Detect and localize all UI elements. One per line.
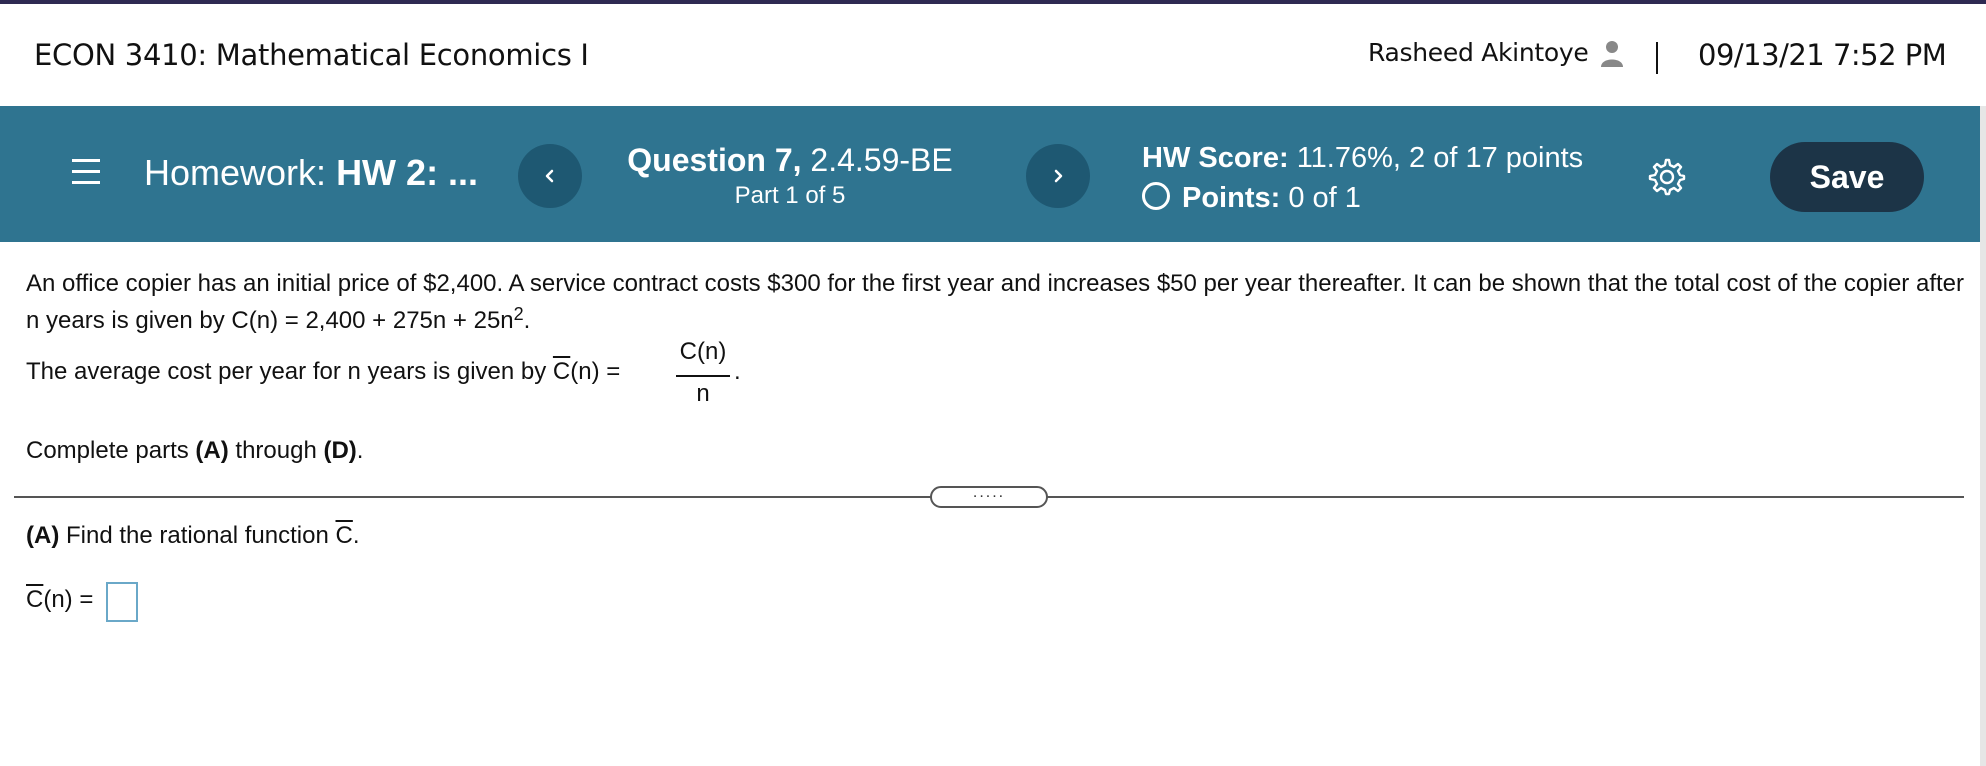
- part-a-end: .: [352, 522, 360, 549]
- part-a-c-bar: C: [335, 522, 353, 549]
- question-title: Question 7, 2.4.59-BE: [560, 142, 1020, 179]
- hw-score-value: 11.76%, 2 of 17 points: [1296, 142, 1584, 174]
- average-cost-lhs: (n) =: [570, 358, 621, 385]
- hw-score: HW Score: 11.76%, 2 of 17 points: [1142, 142, 1583, 175]
- chevron-left-icon: [545, 169, 554, 183]
- answer-input[interactable]: [106, 582, 138, 622]
- c-bar-symbol: C: [552, 358, 571, 385]
- part-a-prompt: (A) Find the rational function C.: [26, 522, 360, 550]
- homework-name: HW 2: ...: [336, 152, 479, 193]
- course-title: ECON 3410: Mathematical Economics I: [34, 38, 589, 72]
- instructions-part-a: (A): [195, 437, 229, 464]
- instructions-part-d: (D): [323, 437, 357, 464]
- points-status-icon: [1142, 182, 1170, 211]
- save-button[interactable]: Save: [1770, 142, 1924, 212]
- top-bar: ECON 3410: Mathematical Economics I Rash…: [0, 4, 1986, 106]
- instructions: Complete parts (A) through (D).: [26, 437, 363, 465]
- average-cost-text: The average cost per year for n years is…: [26, 358, 553, 385]
- chevron-right-icon: [1054, 169, 1063, 183]
- part-a-label: (A): [26, 522, 60, 549]
- average-cost-formula: The average cost per year for n years is…: [26, 338, 1026, 408]
- problem-text-main: An office copier has an initial price of…: [26, 270, 1964, 334]
- problem-text: An office copier has an initial price of…: [26, 265, 1966, 339]
- homework-prefix: Homework:: [144, 152, 327, 193]
- menu-icon[interactable]: [72, 159, 100, 185]
- header-separator: [1656, 42, 1658, 74]
- answer-label: C(n) =: [26, 586, 93, 614]
- instructions-mid: through: [228, 437, 324, 464]
- hw-score-label: HW Score:: [1142, 142, 1289, 174]
- fraction-bar: [676, 375, 730, 377]
- question-code: 2.4.59-BE: [810, 142, 953, 178]
- instructions-pre: Complete parts: [26, 437, 196, 464]
- scrollbar-track[interactable]: [1980, 106, 1986, 766]
- user-name[interactable]: Rasheed Akintoye: [1368, 38, 1589, 67]
- problem-exponent: 2: [513, 304, 524, 324]
- answer-prefix: (n) =: [43, 586, 94, 613]
- resize-handle[interactable]: .....: [930, 485, 1048, 508]
- points-label: Points:: [1182, 182, 1281, 214]
- fraction-period: .: [734, 358, 741, 385]
- datetime: 09/13/21 7:52 PM: [1698, 38, 1947, 72]
- part-label: Part 1 of 5: [734, 182, 846, 209]
- problem-statement: An office copier has an initial price of…: [26, 265, 1966, 339]
- answer-c-bar: C: [26, 586, 44, 613]
- fraction-numerator: C(n): [679, 338, 727, 365]
- homework-title[interactable]: Homework: HW 2: ...: [144, 152, 478, 194]
- question-nav-bar: Homework: HW 2: ... Question 7, 2.4.59-B…: [0, 106, 1980, 242]
- fraction-denominator: n: [696, 380, 710, 407]
- user-icon[interactable]: [1600, 40, 1624, 68]
- points-value: 0 of 1: [1288, 182, 1361, 214]
- problem-text-end: .: [523, 307, 531, 334]
- gear-icon[interactable]: [1648, 158, 1686, 196]
- instructions-end: .: [356, 437, 364, 464]
- points-row: Points: 0 of 1: [1142, 182, 1361, 215]
- question-number: Question 7,: [627, 142, 802, 178]
- next-question-button[interactable]: [1026, 144, 1090, 208]
- part-a-text: Find the rational function: [59, 522, 336, 549]
